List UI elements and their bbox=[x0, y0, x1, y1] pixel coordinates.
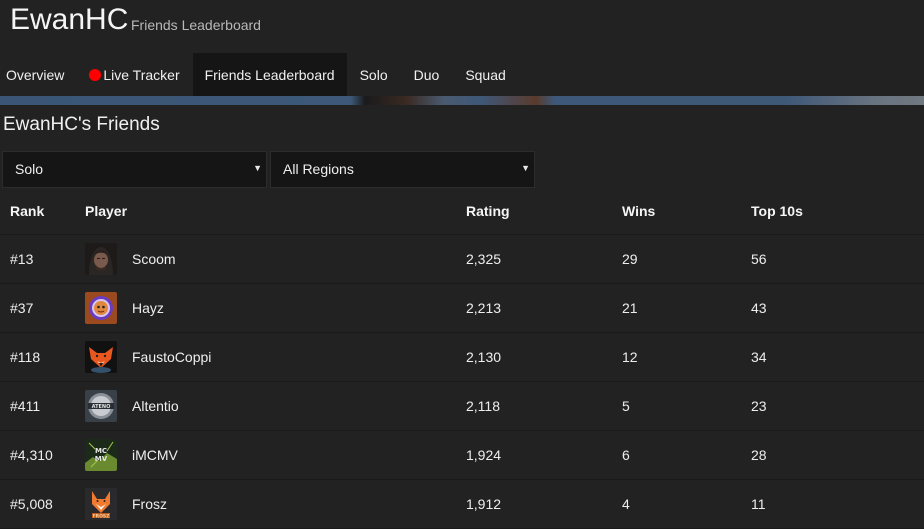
live-indicator-icon bbox=[89, 69, 102, 81]
column-header-rank[interactable]: Rank bbox=[10, 203, 44, 219]
caret-down-icon: ▼ bbox=[253, 163, 262, 173]
column-header-top10s[interactable]: Top 10s bbox=[751, 203, 803, 219]
mode-select[interactable]: Solo ▼ bbox=[2, 151, 267, 188]
table-row[interactable]: #411 ATENO Altentio 2,118 5 23 bbox=[0, 382, 924, 431]
column-header-rating[interactable]: Rating bbox=[466, 203, 510, 219]
top10s-cell: 56 bbox=[751, 251, 767, 267]
caret-down-icon: ▼ bbox=[521, 163, 530, 173]
player-name-link[interactable]: iMCMV bbox=[132, 447, 178, 463]
table-row[interactable]: #13 Scoom 2,325 29 56 bbox=[0, 235, 924, 284]
wins-cell: 21 bbox=[622, 300, 638, 316]
table-row[interactable]: #118 FaustoCoppi 2,130 12 34 bbox=[0, 333, 924, 382]
player-name-link[interactable]: Hayz bbox=[132, 300, 164, 316]
tab-label: Solo bbox=[359, 67, 388, 83]
tab-solo[interactable]: Solo bbox=[347, 53, 401, 97]
tab-friends-leaderboard[interactable]: Friends Leaderboard bbox=[192, 53, 347, 97]
hayz-avatar[interactable] bbox=[85, 292, 117, 324]
rating-cell: 1,912 bbox=[466, 496, 502, 512]
rank-cell: #37 bbox=[10, 300, 34, 316]
table-row[interactable]: #4,310 MC MV iMCMV 1,924 6 28 bbox=[0, 431, 924, 480]
rating-cell: 2,325 bbox=[466, 251, 502, 267]
profile-nav: Overview Live Tracker Friends Leaderboar… bbox=[0, 53, 519, 97]
frosz-avatar[interactable]: FROSZ bbox=[85, 488, 117, 520]
table-row[interactable]: #5,008 FROSZ Frosz 1,912 4 11 bbox=[0, 480, 924, 529]
region-select-value: All Regions bbox=[283, 161, 354, 177]
rating-cell: 2,213 bbox=[466, 300, 502, 316]
top10s-cell: 28 bbox=[751, 447, 767, 463]
wins-cell: 4 bbox=[622, 496, 630, 512]
section-title: EwanHC's Friends bbox=[3, 114, 160, 135]
fox-avatar[interactable] bbox=[85, 341, 117, 373]
wins-cell: 5 bbox=[622, 398, 630, 414]
top10s-cell: 43 bbox=[751, 300, 767, 316]
rating-cell: 2,118 bbox=[466, 398, 500, 414]
table-header: Rank Player Rating Wins Top 10s bbox=[0, 192, 924, 235]
tab-label: Overview bbox=[6, 67, 65, 83]
tab-label: Duo bbox=[413, 67, 440, 83]
altentio-avatar[interactable]: ATENO bbox=[85, 390, 117, 422]
tab-label: Squad bbox=[465, 67, 506, 83]
svg-text:ATENO: ATENO bbox=[92, 404, 111, 410]
column-header-player[interactable]: Player bbox=[85, 203, 127, 219]
svg-text:MC: MC bbox=[95, 447, 107, 455]
player-name-link[interactable]: Frosz bbox=[132, 496, 167, 512]
rank-cell: #13 bbox=[10, 251, 34, 267]
imcmv-avatar[interactable]: MC MV bbox=[85, 439, 117, 471]
table-row[interactable]: #37 Hayz 2,213 21 43 bbox=[0, 284, 924, 333]
rank-cell: #4,310 bbox=[10, 447, 53, 463]
rating-cell: 2,130 bbox=[466, 349, 502, 365]
tab-label: Live Tracker bbox=[103, 67, 180, 83]
column-header-wins[interactable]: Wins bbox=[622, 203, 655, 219]
rating-cell: 1,924 bbox=[466, 447, 502, 463]
wins-cell: 29 bbox=[622, 251, 638, 267]
top10s-cell: 23 bbox=[751, 398, 767, 414]
wins-cell: 6 bbox=[622, 447, 630, 463]
tab-squad[interactable]: Squad bbox=[452, 53, 518, 97]
page-subtitle: Friends Leaderboard bbox=[131, 17, 261, 33]
svg-text:FROSZ: FROSZ bbox=[93, 514, 111, 520]
rank-cell: #118 bbox=[10, 349, 41, 365]
tab-overview[interactable]: Overview bbox=[0, 53, 76, 97]
friends-leaderboard-table: Rank Player Rating Wins Top 10s #13 Scoo… bbox=[0, 192, 924, 529]
profile-banner-image bbox=[0, 96, 924, 105]
player-name-title: EwanHC bbox=[10, 3, 129, 36]
wins-cell: 12 bbox=[622, 349, 638, 365]
tab-live-tracker[interactable]: Live Tracker bbox=[76, 53, 192, 97]
svg-text:MV: MV bbox=[95, 455, 108, 463]
rank-cell: #411 bbox=[10, 398, 41, 414]
top10s-cell: 11 bbox=[751, 496, 766, 512]
scoom-avatar[interactable] bbox=[85, 243, 117, 275]
player-name-link[interactable]: Scoom bbox=[132, 251, 176, 267]
tab-duo[interactable]: Duo bbox=[401, 53, 453, 97]
player-name-link[interactable]: Altentio bbox=[132, 398, 179, 414]
top10s-cell: 34 bbox=[751, 349, 767, 365]
region-select[interactable]: All Regions ▼ bbox=[270, 151, 535, 188]
mode-select-value: Solo bbox=[15, 161, 44, 177]
profile-header: EwanHC Friends Leaderboard bbox=[0, 0, 924, 53]
player-name-link[interactable]: FaustoCoppi bbox=[132, 349, 211, 365]
tab-label: Friends Leaderboard bbox=[204, 67, 335, 83]
rank-cell: #5,008 bbox=[10, 496, 53, 512]
